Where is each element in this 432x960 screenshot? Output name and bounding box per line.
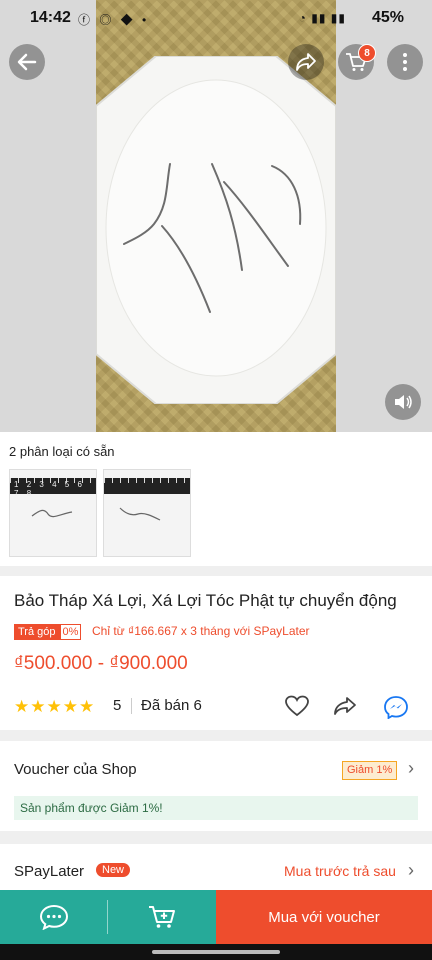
messenger-icon[interactable]: [383, 695, 409, 719]
product-title: Bảo Tháp Xá Lợi, Xá Lợi Tóc Phật tự chuy…: [14, 591, 397, 610]
rating-stars: ★★★★★: [14, 697, 96, 716]
hair-thumb-image: [119, 507, 161, 521]
more-button[interactable]: [387, 44, 423, 80]
voucher-section[interactable]: Voucher của Shop Giảm 1% › Sản phẩm được…: [0, 741, 432, 831]
chevron-right-icon: ›: [408, 758, 414, 778]
system-nav-bar: [0, 944, 432, 960]
variations-label: 2 phân loại có sẵn: [9, 444, 115, 459]
speaker-icon: [395, 395, 412, 409]
signal-icons: ◔ ▮▮ ▮▮: [298, 11, 346, 25]
share-icon: [296, 53, 316, 71]
cart-count-badge: 8: [358, 44, 376, 62]
rating-value: 5: [113, 697, 122, 714]
back-arrow-icon: [17, 53, 37, 71]
share-icon[interactable]: [333, 696, 357, 716]
heart-icon[interactable]: [285, 695, 309, 717]
back-button[interactable]: [9, 44, 45, 80]
variation-thumb-1[interactable]: 1 2 3 4 5 6 7 8: [9, 469, 97, 557]
tra-gop-rate: 0%: [59, 624, 82, 640]
chevron-right-icon: ›: [408, 860, 414, 880]
tra-gop-label: Trả góp: [14, 624, 60, 640]
voucher-label: Voucher của Shop: [14, 761, 137, 778]
product-info: Bảo Tháp Xá Lợi, Xá Lợi Tóc Phật tự chuy…: [0, 576, 432, 730]
sound-toggle-button[interactable]: [385, 384, 421, 420]
variation-thumb-2[interactable]: [103, 469, 191, 557]
spaylater-cta: Mua trước trả sau: [284, 863, 396, 879]
voucher-discount-tag: Giảm 1%: [342, 761, 398, 780]
variations-section: 2 phân loại có sẵn 1 2 3 4 5 6 7 8: [0, 432, 432, 566]
spaylater-label: SPayLater: [14, 863, 85, 880]
price-range: ₫500.000 - ₫900.000: [14, 653, 188, 674]
voucher-note: Sản phẩm được Giảm 1%!: [14, 796, 418, 820]
add-cart-icon: [149, 906, 175, 928]
chat-icon: [39, 904, 69, 930]
notification-icons: ⓕ ◎ ◆ •: [78, 13, 150, 27]
status-bar: 14:42 ⓕ ◎ ◆ • ◔ ▮▮ ▮▮ 45%: [0, 0, 432, 36]
installment-badge: Trả góp 0%: [14, 624, 82, 640]
buy-with-voucher-button[interactable]: Mua với voucher: [216, 890, 432, 944]
sold-count: Đã bán 6: [141, 697, 202, 714]
battery-level: 45%: [371, 9, 404, 26]
more-vertical-icon: [403, 53, 407, 71]
new-badge: New: [96, 863, 131, 877]
bottom-action-bar: Mua với voucher: [0, 890, 432, 944]
spaylater-section[interactable]: SPayLater New Mua trước trả sau ›: [0, 844, 432, 892]
divider: [131, 698, 132, 714]
home-handle[interactable]: [152, 950, 280, 954]
product-media[interactable]: 8: [0, 0, 432, 432]
share-button[interactable]: [288, 44, 324, 80]
chat-button[interactable]: [0, 890, 108, 944]
hair-thumb-image: [31, 509, 73, 518]
plate-image: [96, 56, 336, 404]
installment-text: Chỉ từ ₫166.667 x 3 tháng với SPayLater: [92, 624, 310, 638]
add-to-cart-button[interactable]: [108, 890, 216, 944]
status-time: 14:42: [30, 9, 71, 26]
